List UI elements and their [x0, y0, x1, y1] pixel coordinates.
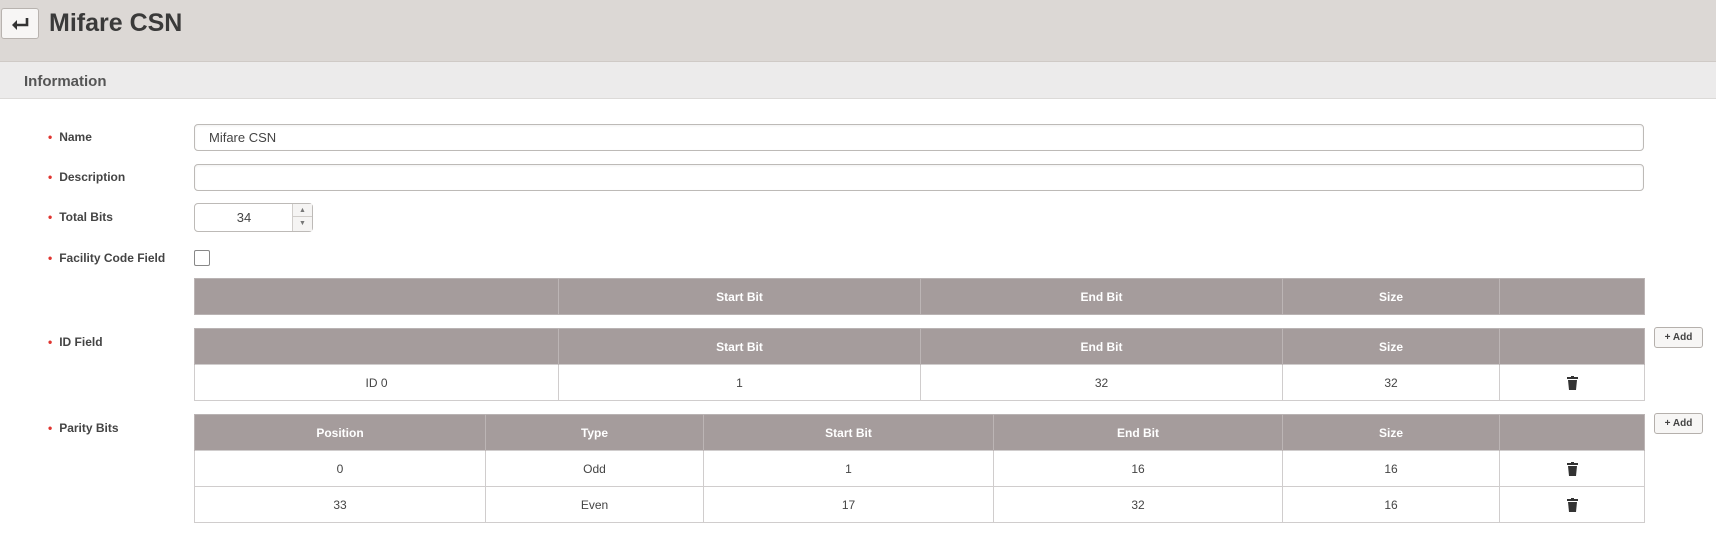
name-label: • Name — [48, 130, 92, 144]
action-cell — [1499, 486, 1645, 523]
decrement-arrow-icon[interactable]: ▼ — [293, 217, 312, 230]
position-cell: 33 — [194, 486, 486, 523]
back-button[interactable] — [1, 8, 39, 39]
column-header — [1499, 328, 1645, 365]
total-bits-stepper[interactable]: 34 ▲ ▼ — [194, 203, 313, 232]
id-field-label: • ID Field — [48, 335, 103, 349]
name-input[interactable] — [194, 124, 1644, 151]
end-bit-cell: 16 — [993, 450, 1283, 487]
id-field-table: Start Bit End Bit Size ID 0 1 32 32 — [194, 328, 1645, 401]
table-row: 33 Even 17 32 16 — [194, 486, 1645, 523]
start-bit-cell: 17 — [703, 486, 994, 523]
trash-icon[interactable] — [1566, 497, 1578, 512]
column-header: Start Bit — [558, 328, 921, 365]
total-bits-value[interactable]: 34 — [195, 204, 293, 231]
column-header — [194, 328, 559, 365]
start-bit-cell: 1 — [558, 364, 921, 401]
size-cell: 16 — [1282, 486, 1500, 523]
stepper-buttons: ▲ ▼ — [292, 204, 312, 231]
position-cell: 0 — [194, 450, 486, 487]
table-row: 0 Odd 1 16 16 — [194, 450, 1645, 487]
column-header: Position — [194, 414, 486, 451]
facility-code-label: • Facility Code Field — [48, 251, 166, 265]
trash-icon[interactable] — [1566, 375, 1578, 390]
column-header: Start Bit — [703, 414, 994, 451]
parity-bits-label: • Parity Bits — [48, 421, 119, 435]
required-marker: • — [48, 130, 53, 144]
facility-code-checkbox[interactable] — [194, 250, 210, 266]
column-header: End Bit — [920, 328, 1283, 365]
size-cell: 16 — [1282, 450, 1500, 487]
description-label: • Description — [48, 170, 126, 184]
increment-arrow-icon[interactable]: ▲ — [293, 204, 312, 217]
type-cell: Even — [485, 486, 704, 523]
section-header: Information — [0, 62, 1716, 99]
column-header: Size — [1282, 414, 1500, 451]
required-marker: • — [48, 210, 53, 224]
type-cell: Odd — [485, 450, 704, 487]
page-header: Mifare CSN — [0, 0, 1716, 62]
end-bit-cell: 32 — [920, 364, 1283, 401]
column-header: Size — [1282, 278, 1500, 315]
column-header: End Bit — [920, 278, 1283, 315]
column-header: Start Bit — [558, 278, 921, 315]
facility-code-table: Start Bit End Bit Size — [194, 278, 1645, 315]
column-header: End Bit — [993, 414, 1283, 451]
trash-icon[interactable] — [1566, 461, 1578, 476]
size-cell: 32 — [1282, 364, 1500, 401]
required-marker: • — [48, 170, 53, 184]
section-title: Information — [24, 73, 107, 90]
add-parity-bit-button[interactable]: + Add — [1654, 413, 1703, 434]
action-cell — [1499, 450, 1645, 487]
required-marker: • — [48, 421, 53, 435]
column-header: Type — [485, 414, 704, 451]
page-title: Mifare CSN — [49, 9, 183, 37]
parity-bits-table: Position Type Start Bit End Bit Size 0 O… — [194, 414, 1645, 523]
table-row: ID 0 1 32 32 — [194, 364, 1645, 401]
return-arrow-icon — [12, 17, 29, 30]
add-id-field-button[interactable]: + Add — [1654, 327, 1703, 348]
required-marker: • — [48, 251, 53, 265]
start-bit-cell: 1 — [703, 450, 994, 487]
column-header: Size — [1282, 328, 1500, 365]
description-input[interactable] — [194, 164, 1644, 191]
total-bits-label: • Total Bits — [48, 210, 113, 224]
required-marker: • — [48, 335, 53, 349]
column-header — [1499, 278, 1645, 315]
id-name-cell: ID 0 — [194, 364, 559, 401]
column-header — [194, 278, 559, 315]
action-cell — [1499, 364, 1645, 401]
column-header — [1499, 414, 1645, 451]
end-bit-cell: 32 — [993, 486, 1283, 523]
